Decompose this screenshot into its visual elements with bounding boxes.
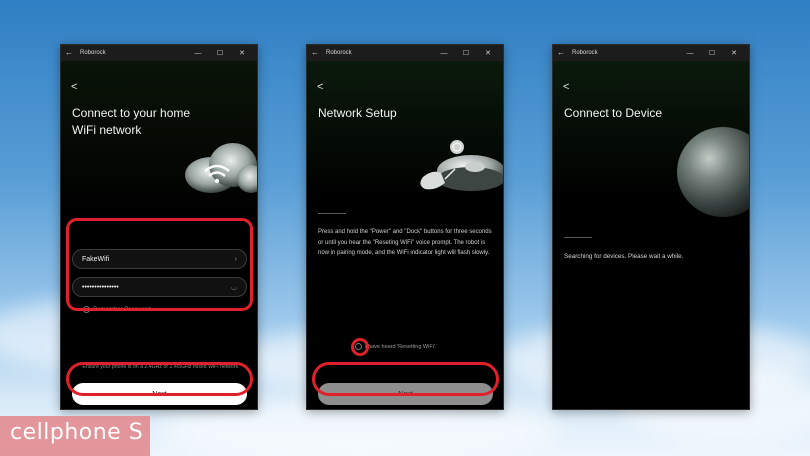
highlight-next — [312, 362, 499, 396]
title-bar: ← Roborock — ☐ ✕ — [553, 45, 749, 61]
search-status: Searching for devices. Please wait a whi… — [564, 253, 684, 260]
back-arrow-icon[interactable]: ← — [311, 45, 323, 61]
maximize-icon[interactable]: ☐ — [209, 49, 231, 57]
device-sphere-icon — [677, 127, 749, 217]
maximize-icon[interactable]: ☐ — [455, 49, 477, 57]
app-title: Roborock — [572, 50, 598, 56]
brand-logo-text: cellphone S — [10, 420, 144, 445]
divider — [318, 213, 346, 214]
heard-label: I have heard 'Resetting WiFi'. — [365, 343, 437, 350]
maximize-icon[interactable]: ☐ — [701, 49, 723, 57]
back-arrow-icon[interactable]: ← — [557, 45, 569, 61]
close-icon[interactable]: ✕ — [231, 49, 253, 57]
minimize-icon[interactable]: — — [433, 50, 455, 57]
divider — [564, 237, 592, 238]
close-icon[interactable]: ✕ — [477, 49, 499, 57]
page-title: Network Setup — [318, 106, 397, 120]
app-window-wifi: ← Roborock — ☐ ✕ < Connect to your home … — [60, 44, 258, 410]
brand-logo: cellphone S — [0, 416, 150, 456]
back-chevron-icon[interactable]: < — [563, 81, 569, 93]
back-chevron-icon[interactable]: < — [71, 81, 77, 93]
wifi-cloud-icon — [185, 143, 257, 193]
app-title: Roborock — [326, 50, 352, 56]
minimize-icon[interactable]: — — [679, 50, 701, 57]
back-arrow-icon[interactable]: ← — [65, 45, 77, 61]
close-icon[interactable]: ✕ — [723, 49, 745, 57]
app-window-connect-device: ← Roborock — ☐ ✕ < Connect to Device Sea… — [552, 44, 750, 410]
highlight-fields — [66, 218, 253, 311]
back-chevron-icon[interactable]: < — [317, 81, 323, 93]
reset-instructions: Press and hold the "Power" and "Dock" bu… — [318, 229, 492, 256]
page-title: Connect to Device — [564, 106, 663, 120]
app-title: Roborock — [80, 50, 106, 56]
highlight-radio — [351, 338, 369, 356]
page-title: Connect to your home WiFi network — [72, 106, 191, 137]
app-window-network-setup: ← Roborock — ☐ ✕ < Network Setup Press a… — [306, 44, 504, 410]
highlight-next — [66, 362, 253, 396]
title-bar: ← Roborock — ☐ ✕ — [61, 45, 257, 61]
minimize-icon[interactable]: — — [187, 50, 209, 57]
title-bar: ← Roborock — ☐ ✕ — [307, 45, 503, 61]
robot-vacuum-icon — [420, 140, 503, 191]
